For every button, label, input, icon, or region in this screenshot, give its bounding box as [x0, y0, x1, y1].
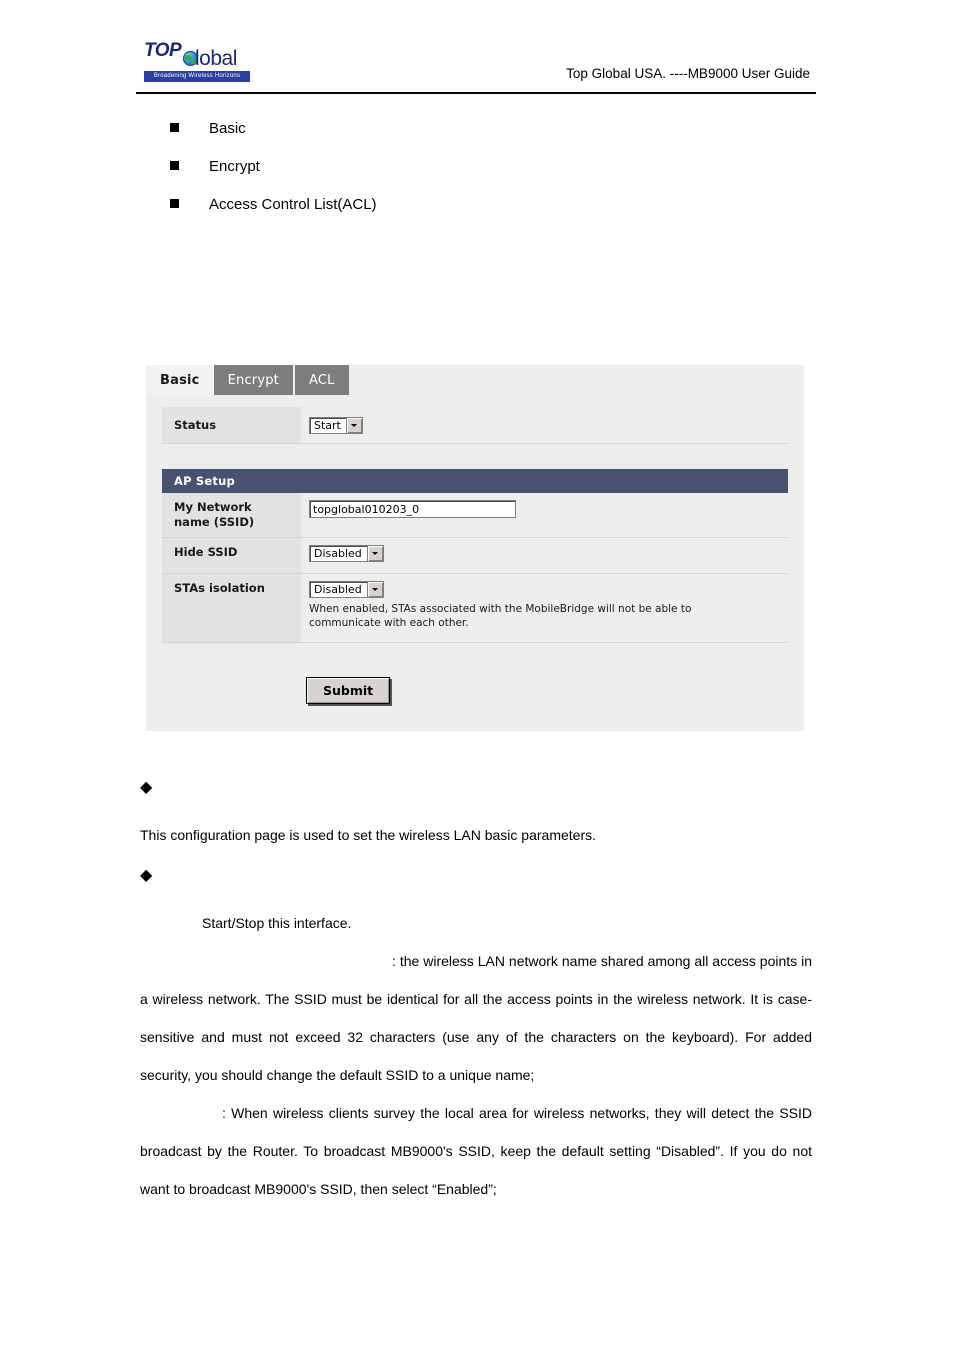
- status-select[interactable]: Start: [309, 416, 363, 434]
- table-row: STAs isolation Disabled When enabled, ST…: [162, 574, 788, 643]
- stas-isolation-value-cell: Disabled When enabled, STAs associated w…: [301, 574, 788, 642]
- list-item: Encrypt: [170, 158, 790, 196]
- tab-acl-label: ACL: [308, 372, 335, 388]
- status-row: Status Start: [162, 407, 788, 444]
- tab-encrypt[interactable]: Encrypt: [213, 365, 293, 395]
- status-select-value: Start: [314, 418, 341, 432]
- hide-ssid-select[interactable]: Disabled: [309, 545, 384, 562]
- status-label: Status: [162, 407, 301, 443]
- ssid-value-cell: [301, 493, 788, 537]
- header-title: Top Global USA. ----MB9000 User Guide: [566, 66, 810, 81]
- hide-ssid-label: Hide SSID: [162, 538, 301, 573]
- list-item: Access Control List(ACL): [170, 196, 790, 234]
- ssid-input[interactable]: [309, 500, 516, 518]
- tab-bar: Basic Encrypt ACL: [146, 365, 349, 395]
- body-content: ◆ This configuration page is used to set…: [140, 778, 812, 1208]
- ssid-label-line2: name (SSID): [174, 515, 255, 529]
- page-header: TOP lobal Broadening Wireless Horizons T…: [136, 36, 816, 94]
- status-value-cell: Start: [301, 407, 788, 443]
- list-item: Basic: [170, 120, 790, 158]
- tab-acl[interactable]: ACL: [294, 365, 349, 395]
- square-bullet-icon: [170, 199, 179, 208]
- square-bullet-icon: [170, 161, 179, 170]
- stas-isolation-select-value: Disabled: [314, 583, 362, 596]
- tab-basic[interactable]: Basic: [146, 365, 214, 395]
- table-row: Hide SSID Disabled: [162, 538, 788, 574]
- ssid-label-line1: My Network: [174, 500, 252, 514]
- diamond-bullet-1: ◆: [140, 779, 153, 796]
- tab-basic-label: Basic: [160, 372, 200, 388]
- submit-button[interactable]: Submit: [306, 677, 391, 704]
- top-global-logo: TOP lobal Broadening Wireless Horizons: [141, 38, 253, 86]
- feature-bullet-list: Basic Encrypt Access Control List(ACL): [170, 120, 790, 234]
- square-bullet-icon: [170, 123, 179, 132]
- paragraph-hide-ssid: : When wireless clients survey the local…: [140, 1105, 812, 1197]
- stas-isolation-helper-text: When enabled, STAs associated with the M…: [309, 603, 692, 629]
- paragraph-ssid: : the wireless LAN network name shared a…: [140, 953, 812, 1083]
- paragraph-status: Start/Stop this interface.: [202, 915, 352, 931]
- tab-encrypt-label: Encrypt: [227, 372, 279, 388]
- list-item-label: Basic: [209, 120, 246, 137]
- paragraph-description: This configuration page is used to set t…: [140, 827, 597, 843]
- list-item-label: Access Control List(ACL): [209, 196, 377, 213]
- list-item-label: Encrypt: [209, 158, 260, 175]
- header-divider: [136, 92, 816, 94]
- stas-isolation-label: STAs isolation: [162, 574, 301, 642]
- ap-setup-rows: My Network name (SSID) Hide SSID Disable…: [162, 493, 788, 643]
- stas-isolation-select[interactable]: Disabled: [309, 581, 384, 598]
- ssid-label: My Network name (SSID): [162, 493, 301, 537]
- table-row: My Network name (SSID): [162, 493, 788, 538]
- chevron-down-icon[interactable]: [366, 546, 383, 561]
- submit-button-wrap: Submit: [306, 677, 391, 704]
- chevron-down-icon[interactable]: [345, 417, 362, 433]
- wireless-basic-config-panel: Basic Encrypt ACL Status Start AP Setup …: [146, 365, 804, 731]
- ap-setup-section-header: AP Setup: [162, 469, 788, 493]
- hide-ssid-value-cell: Disabled: [301, 538, 788, 573]
- chevron-down-icon[interactable]: [366, 582, 383, 597]
- logo-global-text: lobal: [195, 47, 237, 70]
- logo-tagline: Broadening Wireless Horizons: [144, 71, 250, 82]
- logo-top-text: TOP: [144, 40, 182, 61]
- hide-ssid-select-value: Disabled: [314, 547, 362, 560]
- diamond-bullet-2: ◆: [140, 867, 153, 884]
